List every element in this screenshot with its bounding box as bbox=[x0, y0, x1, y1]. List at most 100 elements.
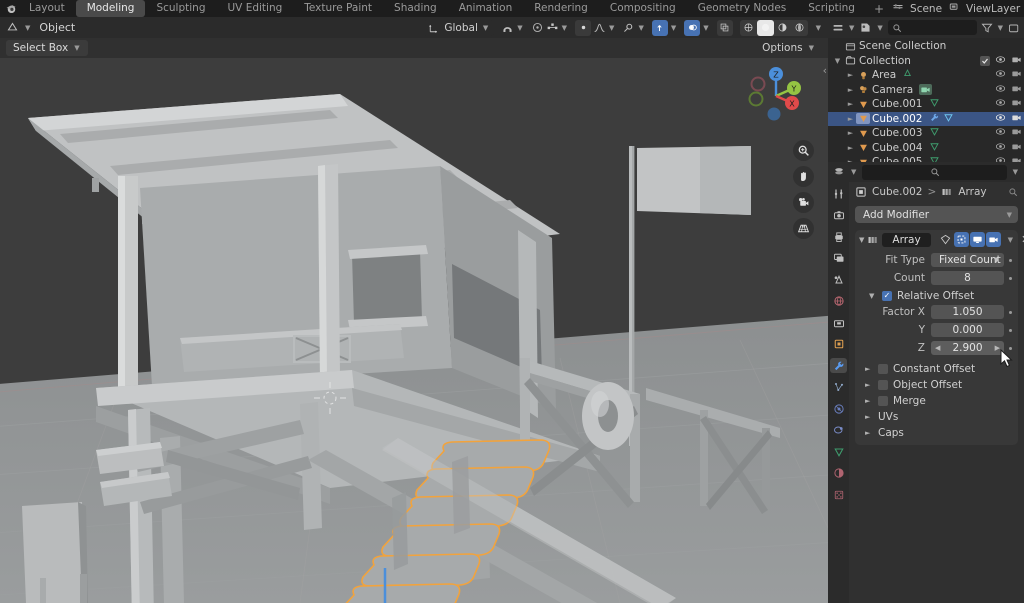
visibility-dropdown-icon[interactable] bbox=[622, 21, 635, 34]
collapse-arrow[interactable]: ▼ bbox=[859, 236, 864, 244]
world-tab[interactable] bbox=[830, 294, 847, 309]
object-square-icon[interactable] bbox=[855, 186, 867, 198]
data-tab[interactable] bbox=[830, 444, 847, 459]
outliner-row-camera[interactable]: ► Camera bbox=[828, 83, 1024, 98]
outliner-row-cube-003[interactable]: ► Cube.003 bbox=[828, 126, 1024, 141]
view-layer-name[interactable]: ViewLayer bbox=[966, 3, 1020, 15]
mesh-data-icon[interactable] bbox=[929, 97, 940, 111]
expand-arrow[interactable]: ► bbox=[845, 115, 856, 123]
properties-editor-icon[interactable] bbox=[833, 166, 845, 178]
view-layer-icon[interactable] bbox=[948, 1, 960, 16]
collection-enable-checkbox[interactable] bbox=[980, 55, 990, 66]
visibility-eye-icon[interactable] bbox=[995, 68, 1006, 82]
options-dropdown[interactable]: Options ▼ bbox=[755, 40, 822, 56]
outliner-row-scene-collection[interactable]: Scene Collection bbox=[828, 39, 1024, 54]
expand-arrow[interactable]: ► bbox=[845, 100, 856, 108]
workspace-tab-texture-paint[interactable]: Texture Paint bbox=[293, 0, 383, 17]
outliner-row-area[interactable]: ► Area bbox=[828, 68, 1024, 83]
xray-icon[interactable] bbox=[716, 19, 733, 36]
render-camera-icon[interactable] bbox=[1011, 68, 1022, 82]
add-workspace-button[interactable]: + bbox=[866, 2, 892, 16]
outliner-search-input[interactable] bbox=[887, 20, 977, 35]
workspace-tab-modeling[interactable]: Modeling bbox=[75, 0, 146, 17]
workspace-tab-rendering[interactable]: Rendering bbox=[523, 0, 599, 17]
display-monitor-icon[interactable] bbox=[969, 232, 985, 247]
expand-arrow[interactable]: ► bbox=[845, 129, 856, 137]
scene-browse-icon[interactable] bbox=[892, 1, 904, 16]
filter-icon[interactable] bbox=[981, 22, 993, 34]
on-cage-icon[interactable] bbox=[938, 232, 953, 247]
overlays-icon[interactable] bbox=[684, 19, 701, 36]
editor-type-icon[interactable] bbox=[6, 21, 19, 34]
camera-data-icon[interactable] bbox=[919, 84, 933, 96]
visibility-eye-icon[interactable] bbox=[995, 126, 1006, 140]
proportional-editing-controls[interactable]: ▼ bbox=[575, 19, 615, 36]
count-input[interactable]: 8 bbox=[931, 271, 1012, 285]
shading-material-icon[interactable] bbox=[774, 20, 791, 36]
caps-section[interactable]: ► Caps bbox=[857, 425, 1016, 441]
visibility-eye-icon[interactable] bbox=[995, 54, 1006, 68]
collection-tab[interactable] bbox=[830, 315, 847, 330]
workspace-tab-layout[interactable]: Layout bbox=[18, 0, 76, 17]
light-data-icon[interactable] bbox=[902, 68, 913, 82]
modifier-icon[interactable] bbox=[929, 112, 940, 126]
object-tab[interactable] bbox=[830, 337, 847, 352]
render-tab[interactable] bbox=[830, 208, 847, 223]
breadcrumb-search-icon[interactable] bbox=[1008, 187, 1018, 197]
relative-offset-section[interactable]: ▼ Relative Offset bbox=[857, 288, 1016, 304]
factor-z-input[interactable]: ◀ 2.900 ▶ bbox=[931, 341, 1012, 355]
object-offset-checkbox[interactable] bbox=[878, 380, 888, 390]
gizmo-toggle[interactable]: ▼ bbox=[651, 19, 677, 36]
mode-dropdown[interactable]: Object bbox=[36, 19, 82, 36]
snap-target-controls[interactable]: ▼ bbox=[531, 21, 568, 34]
expand-arrow[interactable]: ► bbox=[845, 86, 856, 94]
visibility-eye-icon[interactable] bbox=[995, 97, 1006, 111]
workspace-tab-geometry-nodes[interactable]: Geometry Nodes bbox=[687, 0, 798, 17]
material-tab[interactable] bbox=[830, 466, 847, 481]
modifier-tab[interactable] bbox=[830, 358, 847, 373]
outliner-row-cube-004[interactable]: ► Cube.004 bbox=[828, 141, 1024, 156]
snap-base-icon[interactable] bbox=[546, 21, 559, 34]
expand-arrow[interactable]: ► bbox=[845, 71, 856, 79]
uvs-section[interactable]: ► UVs bbox=[857, 409, 1016, 425]
factor-x-input[interactable]: 1.050 bbox=[931, 305, 1012, 319]
3d-viewport[interactable]: Z Y X ‹ bbox=[0, 58, 828, 603]
expand-arrow[interactable]: ► bbox=[865, 429, 873, 437]
shading-rendered-icon[interactable] bbox=[791, 20, 808, 36]
render-camera-icon[interactable] bbox=[1011, 83, 1022, 97]
transform-orientation-dropdown[interactable]: Global ▼ bbox=[423, 19, 495, 36]
expand-arrow[interactable]: ► bbox=[865, 381, 873, 389]
outliner-row-cube-001[interactable]: ► Cube.001 bbox=[828, 97, 1024, 112]
constant-offset-section[interactable]: ► Constant Offset bbox=[857, 361, 1016, 377]
pan-hand-icon[interactable] bbox=[793, 166, 814, 187]
particles-tab[interactable] bbox=[830, 380, 847, 395]
mesh-data-icon[interactable] bbox=[929, 141, 940, 155]
render-camera-icon[interactable] bbox=[1011, 126, 1022, 140]
visibility-eye-icon[interactable] bbox=[995, 141, 1006, 155]
properties-search-input[interactable] bbox=[862, 164, 1007, 180]
texture-tab[interactable] bbox=[830, 487, 847, 502]
camera-view-icon[interactable] bbox=[793, 192, 814, 213]
expand-arrow[interactable]: ► bbox=[865, 397, 873, 405]
workspace-tab-compositing[interactable]: Compositing bbox=[599, 0, 687, 17]
modifier-name-field[interactable]: Array bbox=[882, 232, 931, 247]
snapping-controls[interactable]: ▼ bbox=[501, 21, 523, 34]
constant-offset-checkbox[interactable] bbox=[878, 364, 888, 374]
display-camera-icon[interactable] bbox=[985, 232, 1001, 247]
mesh-data-icon[interactable] bbox=[929, 126, 940, 140]
breadcrumb-object[interactable]: Cube.002 bbox=[872, 186, 923, 198]
merge-checkbox[interactable] bbox=[878, 396, 888, 406]
workspace-tab-scripting[interactable]: Scripting bbox=[797, 0, 866, 17]
outliner-new-collection-icon[interactable] bbox=[1008, 22, 1020, 34]
constraints-tab[interactable] bbox=[830, 423, 847, 438]
breadcrumb-modifier[interactable]: Array bbox=[958, 186, 986, 198]
render-camera-icon[interactable] bbox=[1011, 141, 1022, 155]
shading-solid-icon[interactable] bbox=[756, 19, 774, 36]
falloff-curve-icon[interactable] bbox=[593, 21, 606, 34]
workspace-tab-uv-editing[interactable]: UV Editing bbox=[217, 0, 294, 17]
visibility-eye-icon[interactable] bbox=[995, 112, 1006, 126]
chevron-down-icon[interactable]: ▼ bbox=[1007, 236, 1014, 244]
collapse-arrow[interactable]: ▼ bbox=[869, 292, 877, 300]
magnet-icon[interactable] bbox=[501, 21, 514, 34]
tool-tab[interactable] bbox=[830, 186, 847, 201]
